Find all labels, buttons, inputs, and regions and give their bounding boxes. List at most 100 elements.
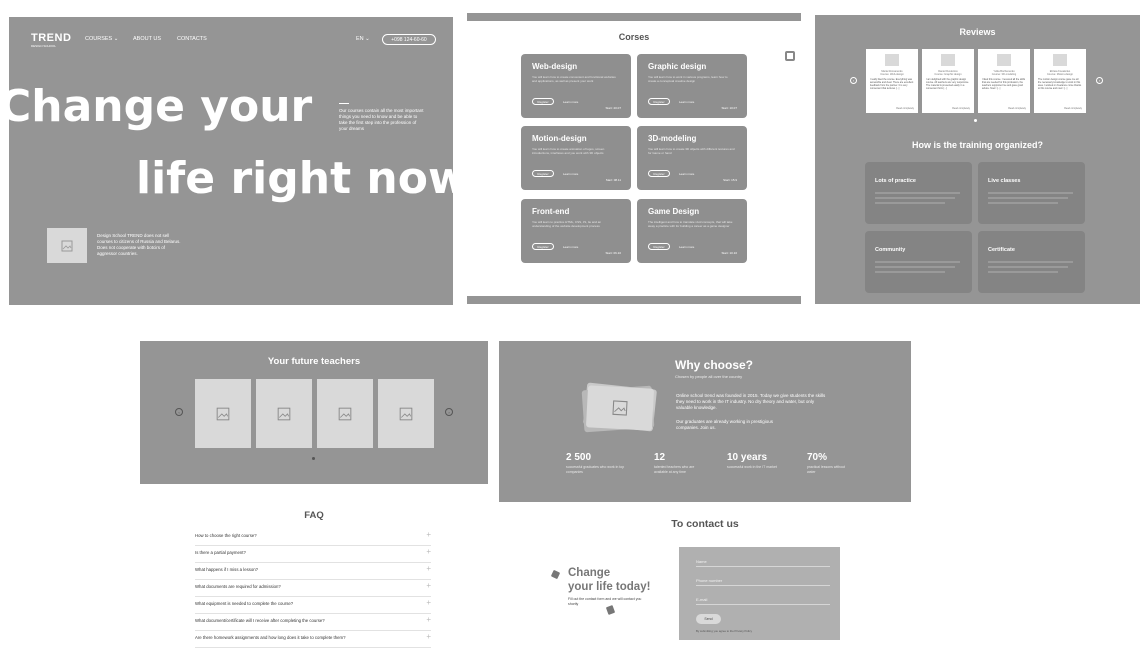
faq-item[interactable]: What documents are required for admissio… [195, 580, 431, 597]
name-field[interactable]: Name [696, 559, 830, 567]
course-start: Start: 10.07 [721, 106, 737, 110]
learn-more-link[interactable]: Learn more [563, 100, 578, 104]
training-card: Community [865, 231, 972, 293]
faq-item[interactable]: What equipment is needed to complete the… [195, 597, 431, 614]
course-card[interactable]: 3D-modeling You will learn how to create… [637, 126, 747, 190]
register-button[interactable]: Register [648, 243, 670, 250]
register-button[interactable]: Register [532, 243, 554, 250]
course-card[interactable]: Front-end You will learn to practice HTM… [521, 199, 631, 263]
nav-about[interactable]: ABOUT US [133, 36, 161, 42]
stat-value: 10 years [727, 452, 768, 463]
text-line [988, 202, 1058, 204]
course-card[interactable]: Motion-design You will learn how to crea… [521, 126, 631, 190]
learn-more-link[interactable]: Learn more [679, 172, 694, 176]
next-arrow-icon[interactable]: › [1096, 77, 1103, 84]
faq-question: What equipment is needed to complete the… [195, 601, 294, 606]
course-card[interactable]: Graphic design You will learn how to wor… [637, 54, 747, 118]
stat-item: 12 talented teachers who are available at… [654, 452, 704, 474]
course-desc: The intelligent and how to translate viv… [648, 220, 733, 228]
next-arrow-icon[interactable]: › [445, 408, 453, 416]
privacy-note[interactable]: By submitting you agree to the Privacy P… [696, 629, 752, 633]
prev-arrow-icon[interactable]: ‹ [850, 77, 857, 84]
stat-value: 12 [654, 452, 666, 463]
plus-icon[interactable]: + [426, 564, 431, 573]
course-name: Game Design [648, 207, 700, 216]
plus-icon[interactable]: + [426, 530, 431, 539]
text-line [875, 261, 960, 263]
faq-question: What happens if I miss a lesson? [195, 567, 259, 572]
send-button[interactable]: Send [696, 614, 721, 624]
carousel-dot[interactable] [312, 457, 315, 460]
logo[interactable]: TREND DESIGN SCHOOL [31, 32, 71, 48]
faq-item[interactable]: Are there homework assignments and how l… [195, 631, 431, 648]
course-desc: You will learn how to create 3D objects … [648, 147, 735, 155]
faq-section: FAQ How to choose the right course? + Is … [140, 484, 488, 654]
register-button[interactable]: Register [532, 98, 554, 105]
text-line [988, 266, 1068, 268]
teacher-photo-icon[interactable] [378, 379, 434, 448]
read-more-link[interactable]: Read completely [1064, 107, 1082, 110]
text-line [988, 271, 1058, 273]
training-card: Certificate [978, 231, 1085, 293]
phone-field[interactable]: Phone number [696, 578, 830, 586]
top-bar [467, 13, 801, 21]
review-text: The motion design course gave me all the… [1038, 78, 1082, 90]
contact-title: To contact us [671, 518, 739, 530]
register-button[interactable]: Register [532, 170, 554, 177]
reviewer-avatar [941, 54, 955, 66]
faq-title: FAQ [304, 510, 324, 521]
contact-form: Name Phone number E-mail [679, 547, 840, 640]
chat-icon[interactable] [785, 51, 795, 61]
nav-contacts[interactable]: CONTACTS [177, 36, 207, 42]
plus-icon[interactable]: + [426, 547, 431, 556]
learn-more-link[interactable]: Learn more [563, 172, 578, 176]
stat-label: practical lessons without water [807, 465, 845, 474]
faq-item[interactable]: What happens if I miss a lesson? + [195, 563, 431, 580]
read-more-link[interactable]: Read completely [952, 107, 970, 110]
course-start: Start: 20.07 [605, 106, 621, 110]
faq-item[interactable]: How to choose the right course? + [195, 529, 431, 546]
register-button[interactable]: Register [648, 170, 670, 177]
learn-more-link[interactable]: Learn more [679, 100, 694, 104]
learn-more-link[interactable]: Learn more [679, 245, 694, 249]
register-button[interactable]: Register [648, 98, 670, 105]
review-text: I am delighted with the graphic design c… [926, 78, 970, 90]
plus-icon[interactable]: + [426, 581, 431, 590]
stat-value: 70% [807, 452, 828, 463]
teacher-photo-icon[interactable] [195, 379, 251, 448]
nav-courses[interactable]: COURSES ⌄ [85, 36, 118, 42]
course-start: Start: 15.9 [723, 178, 737, 182]
prev-arrow-icon[interactable]: ‹ [175, 408, 183, 416]
course-start: Start: 10.10 [721, 251, 737, 255]
plus-icon[interactable]: + [426, 598, 431, 607]
phone-button[interactable]: +098 124-60-60 [382, 34, 436, 45]
read-more-link[interactable]: Read completely [896, 107, 914, 110]
faq-item[interactable]: What document/certificate will I receive… [195, 614, 431, 631]
learn-more-link[interactable]: Learn more [563, 245, 578, 249]
course-card[interactable]: Game Design The intelligent and how to t… [637, 199, 747, 263]
email-field[interactable]: E-mail [696, 597, 830, 605]
text-line [988, 192, 1073, 194]
read-more-link[interactable]: Read completely [1008, 107, 1026, 110]
course-name: Web-design [532, 62, 578, 71]
faq-item[interactable]: Is there a partial payment? + [195, 546, 431, 563]
plus-icon[interactable]: + [426, 615, 431, 624]
why-section: Why choose? Chosen by people all over th… [499, 341, 911, 502]
reviews-section: Reviews ‹ › Maria Romanenko Course: Web-d… [815, 15, 1140, 304]
training-card-title: Live classes [988, 178, 1021, 184]
training-card: Lots of practice [865, 162, 972, 224]
carousel-dot[interactable] [974, 119, 977, 122]
course-start: Start: 06.10 [605, 251, 621, 255]
course-desc: You will learn how to create convenient … [532, 75, 616, 83]
reviewer-course: Course: Motion-design [1046, 73, 1074, 77]
teachers-section: Your future teachers ‹ › [140, 341, 488, 484]
text-line [875, 197, 955, 199]
course-card[interactable]: Web-design You will learn how to create … [521, 54, 631, 118]
contact-heading: Change your life today! [568, 567, 651, 593]
teacher-photo-icon[interactable] [256, 379, 312, 448]
teacher-photo-icon[interactable] [317, 379, 373, 448]
reviewer-avatar [1053, 54, 1067, 66]
review-text: I liked this course. I received all the … [982, 78, 1026, 90]
plus-icon[interactable]: + [426, 632, 431, 641]
language-selector[interactable]: EN ⌄ [356, 36, 370, 42]
